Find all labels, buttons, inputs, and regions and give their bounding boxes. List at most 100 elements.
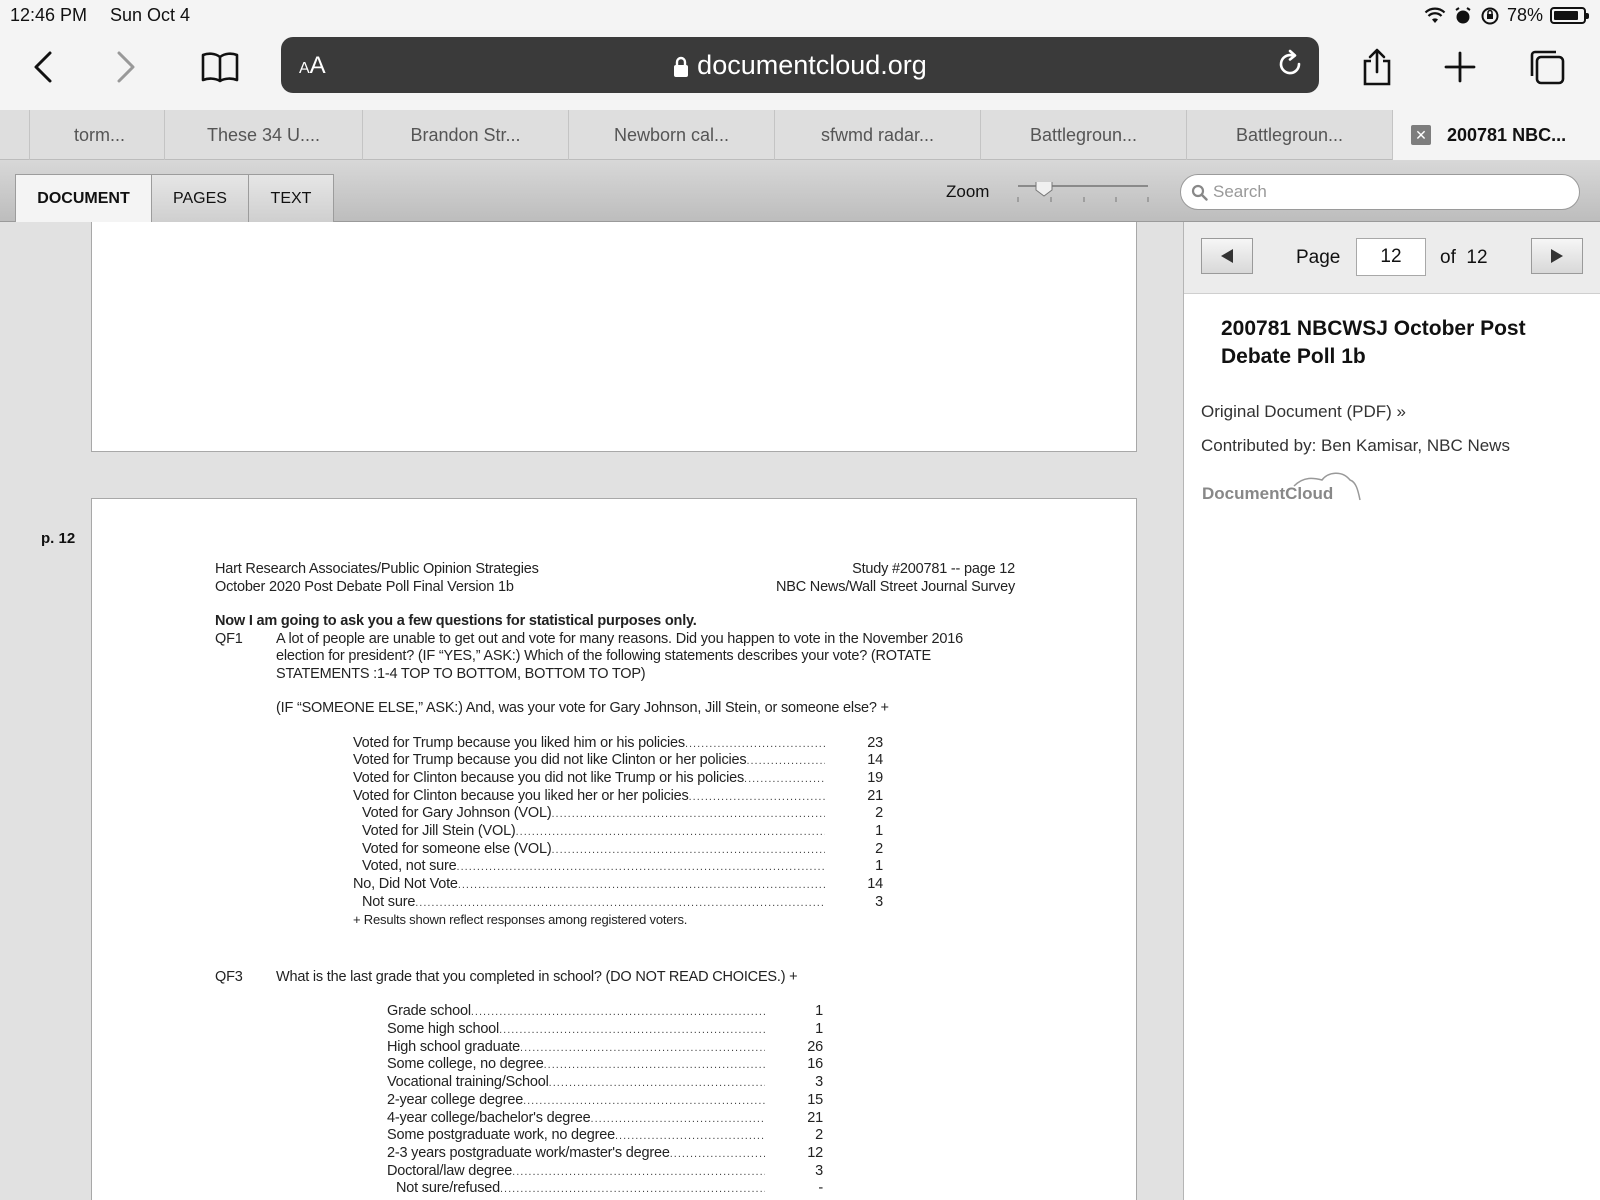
share-icon [1363, 48, 1391, 86]
tab-5[interactable]: sfwmd radar... [775, 110, 981, 160]
qf1-row-label: Voted for Trump because you liked him or… [353, 734, 685, 751]
battery-percent: 78% [1506, 5, 1543, 25]
triangle-left-icon [1221, 249, 1233, 263]
leader-dots [744, 771, 825, 789]
document-pages[interactable]: p. 12 Hart Research Associates/Public Op… [0, 222, 1183, 1200]
leader-dots [689, 789, 825, 807]
back-button[interactable] [20, 44, 66, 90]
search-icon [1191, 184, 1208, 201]
leader-dots [458, 877, 825, 895]
qf3-row-value: 3 [815, 1162, 823, 1179]
page-12: Hart Research Associates/Public Opinion … [91, 498, 1137, 1200]
tab-text[interactable]: TEXT [248, 174, 334, 222]
qf1-row-label: Voted for Jill Stein (VOL) [362, 822, 516, 839]
leader-dots [457, 859, 825, 877]
qf3-responses: Grade school1Some high school1High schoo… [387, 1003, 823, 1198]
address-bar[interactable]: AA documentcloud.org [281, 37, 1319, 93]
qf1-row-label: Voted for Clinton because you did not li… [353, 769, 745, 786]
qf1-row: Not sure 3 [353, 894, 883, 912]
share-button[interactable] [1354, 44, 1400, 90]
tab-6[interactable]: Battlegroun... [981, 110, 1187, 160]
qf1-responses: Voted for Trump because you liked him or… [353, 735, 883, 912]
qf1-row-value: 14 [867, 752, 883, 769]
tab-4[interactable]: Newborn cal... [569, 110, 775, 160]
reload-icon[interactable] [1275, 49, 1305, 79]
battery-icon [1550, 7, 1589, 24]
page-navigator: Page 12 of 12 [1184, 222, 1600, 294]
chevron-left-icon [34, 51, 52, 83]
bookmarks-button[interactable] [197, 44, 243, 90]
zoom-label: Zoom [946, 182, 990, 201]
qf3-row: 2-year college degree 15 [387, 1092, 823, 1110]
close-tab-icon[interactable]: ✕ [1411, 125, 1431, 145]
tab-strip: torm... These 34 U.... Brandon Str... Ne… [0, 110, 1600, 160]
qf3-row-value: 1 [815, 1003, 823, 1020]
status-bar: 12:46 PM Sun Oct 4 78% [0, 0, 1600, 32]
tab-overflow[interactable] [0, 110, 30, 160]
qf1-row-label: Voted for Clinton because you liked her … [353, 787, 689, 804]
qf3-row-label: Some postgraduate work, no degree [387, 1127, 615, 1144]
zoom-slider[interactable] [1016, 182, 1150, 210]
leader-dots [415, 895, 825, 913]
qf1-row-label: Voted for someone else (VOL) [362, 840, 552, 857]
leader-dots [746, 753, 825, 771]
qf3-row-value: - [818, 1180, 823, 1197]
leader-dots [499, 1022, 765, 1040]
tab-active[interactable]: ✕ 200781 NBC... [1393, 110, 1600, 160]
leader-dots [615, 1128, 765, 1146]
qf3-row-label: Vocational training/School [387, 1074, 549, 1091]
tab-3[interactable]: Brandon Str... [363, 110, 569, 160]
viewer-sidebar: Page 12 of 12 200781 NBCWSJ October Post… [1183, 222, 1600, 1200]
viewer-header: DOCUMENT PAGES TEXT Zoom Search [0, 160, 1600, 222]
forward-button[interactable] [103, 44, 149, 90]
qf3-row: Vocational training/School 3 [387, 1074, 823, 1092]
documentcloud-logo[interactable]: DocumentCloud [1202, 472, 1361, 504]
browser-toolbar: AA documentcloud.org [0, 32, 1600, 110]
search-input[interactable]: Search [1180, 174, 1580, 210]
previous-page-button[interactable] [1201, 238, 1253, 274]
status-date: Sun Oct 4 [110, 5, 191, 25]
doc-intro: Now I am going to ask you a few question… [215, 613, 697, 629]
qf1-row-value: 2 [875, 840, 883, 857]
leader-dots [516, 824, 825, 842]
qf3-row-value: 16 [807, 1056, 823, 1073]
qf1-note: + Results shown reflect responses among … [353, 912, 688, 928]
book-icon [201, 52, 239, 83]
leader-dots [512, 1164, 765, 1182]
tab-2[interactable]: These 34 U.... [165, 110, 363, 160]
document-text: Hart Research Associates/Public Opinion … [215, 561, 1015, 1198]
qf3-row-label: 2-year college degree [387, 1091, 524, 1108]
tab-document[interactable]: DOCUMENT [15, 174, 152, 222]
tab-pages[interactable]: PAGES [151, 174, 249, 222]
qf1-row-value: 2 [875, 805, 883, 822]
qf1-row-value: 1 [875, 858, 883, 875]
qf1-row-value: 21 [867, 787, 883, 804]
qf1-row-value: 1 [875, 822, 883, 839]
zoom-slider-thumb[interactable] [1035, 182, 1053, 197]
qf1-row-value: 14 [867, 876, 883, 892]
qf1-row: Voted for Clinton because you did not li… [353, 770, 883, 788]
question-qf3: QF3 What is the last grade that you comp… [215, 968, 798, 985]
tabs-overview-button[interactable] [1524, 44, 1570, 90]
leader-dots [591, 1111, 765, 1129]
new-tab-button[interactable] [1437, 44, 1483, 90]
leader-dots [549, 1075, 765, 1093]
page-number-input[interactable]: 12 [1356, 238, 1426, 276]
qf1-row: Voted for Jill Stein (VOL) 1 [353, 823, 883, 841]
page-previous [91, 222, 1137, 452]
doc-header-row-1: Hart Research Associates/Public Opinion … [215, 561, 1015, 577]
document-title: 200781 NBCWSJ October Post Debate Poll 1… [1221, 317, 1526, 368]
qf3-row: 2-3 years postgraduate work/master's deg… [387, 1145, 823, 1163]
qf1-row-value: 19 [867, 769, 883, 786]
qf1-row: Voted, not sure 1 [353, 858, 883, 876]
original-document-link[interactable]: Original Document (PDF) » [1201, 402, 1406, 422]
page-label: Page [1296, 247, 1341, 268]
tab-1[interactable]: torm... [30, 110, 165, 160]
next-page-button[interactable] [1531, 238, 1583, 274]
leader-dots [500, 1181, 765, 1199]
qf1-row-value: 23 [867, 734, 883, 751]
leader-dots [670, 1146, 765, 1164]
qf3-row-label: High school graduate [387, 1038, 521, 1055]
url-display[interactable]: documentcloud.org [281, 50, 1319, 81]
tab-7[interactable]: Battlegroun... [1187, 110, 1393, 160]
